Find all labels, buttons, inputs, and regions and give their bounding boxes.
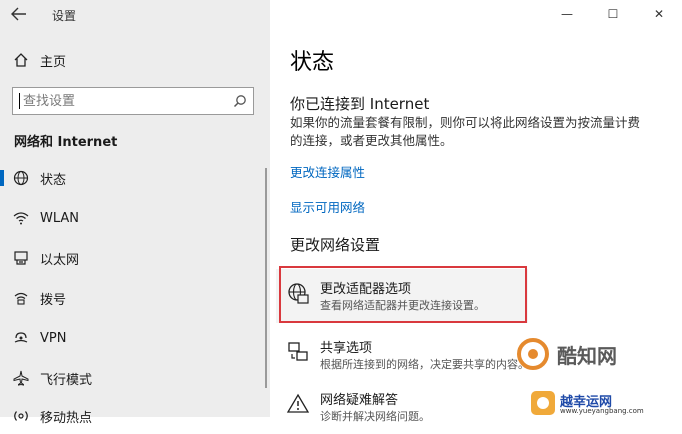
sidebar-item-ethernet[interactable]: 以太网 xyxy=(0,240,270,276)
sidebar-scrollbar[interactable] xyxy=(265,168,267,388)
option-subtitle: 根据所连接到的网络，决定要共享的内容。 xyxy=(320,358,529,371)
active-indicator xyxy=(0,170,4,186)
search-icon[interactable] xyxy=(233,93,247,112)
network-troubleshooter[interactable]: 网络疑难解答 诊断并解决网络问题。 xyxy=(276,380,528,434)
sidebar-item-label: VPN xyxy=(40,330,67,346)
hotspot-icon xyxy=(12,407,30,425)
maximize-button[interactable]: ☐ xyxy=(590,0,636,28)
search-box[interactable] xyxy=(12,87,254,115)
close-button[interactable]: ✕ xyxy=(636,0,682,28)
option-subtitle: 诊断并解决网络问题。 xyxy=(320,410,430,423)
watermark-brand: 酷知网 xyxy=(557,344,617,368)
app-title: 设置 xyxy=(52,9,77,23)
watermark-site: 越幸运网 www.yueyangbang.com xyxy=(530,390,680,417)
sidebar-item-label: 飞行模式 xyxy=(40,372,93,388)
back-button[interactable] xyxy=(10,6,30,24)
sidebar-item-label: 主页 xyxy=(40,54,67,70)
page-title: 状态 xyxy=(290,50,335,75)
watermark-coozhi: 酷知网 xyxy=(515,336,675,376)
warning-icon xyxy=(286,392,310,416)
close-icon: ✕ xyxy=(653,7,665,21)
change-network-settings-heading: 更改网络设置 xyxy=(290,236,381,254)
titlebar-left: 设置 xyxy=(0,0,270,30)
search-input[interactable] xyxy=(23,92,233,110)
minimize-button[interactable]: — xyxy=(544,0,590,28)
sharing-options[interactable]: 共享选项 根据所连接到的网络，决定要共享的内容。 xyxy=(276,328,529,382)
sidebar-item-vpn[interactable]: VPN xyxy=(0,320,270,356)
sidebar-item-label: WLAN xyxy=(40,210,80,226)
watermark-badge-icon xyxy=(531,391,555,415)
sidebar-item-wlan[interactable]: WLAN xyxy=(0,200,270,236)
sharing-icon xyxy=(286,340,310,364)
wifi-icon xyxy=(12,209,30,227)
connected-description: 如果你的流量套餐有限制，则你可以将此网络设置为按流量计费的连接，或者更改其他属性… xyxy=(290,115,641,148)
sidebar-item-label: 拨号 xyxy=(40,292,67,308)
vpn-icon xyxy=(12,329,30,347)
text-caret xyxy=(19,93,20,109)
watermark-logo-icon xyxy=(517,338,549,370)
change-connection-properties-link[interactable]: 更改连接属性 xyxy=(290,162,365,181)
option-title: 网络疑难解答 xyxy=(320,393,399,408)
dialup-icon xyxy=(12,289,30,307)
ethernet-icon xyxy=(12,249,30,267)
sidebar-item-hotspot[interactable]: 移动热点 xyxy=(0,398,270,434)
sidebar-item-label: 移动热点 xyxy=(40,410,93,426)
sidebar-item-label: 状态 xyxy=(40,172,67,188)
window-controls: — ☐ ✕ xyxy=(544,0,682,28)
option-title: 共享选项 xyxy=(320,341,373,356)
sidebar-item-airplane[interactable]: 飞行模式 xyxy=(0,360,270,396)
globe-icon xyxy=(12,169,30,187)
sidebar-item-home[interactable]: 主页 xyxy=(0,42,270,78)
sidebar-item-status[interactable]: 状态 xyxy=(0,160,270,196)
airplane-icon xyxy=(12,369,30,387)
maximize-icon: ☐ xyxy=(607,7,619,21)
section-title: 网络和 Internet xyxy=(14,135,118,150)
watermark-url: www.yueyangbang.com xyxy=(560,407,644,415)
sidebar: 设置 主页 网络和 Internet 状态 WLAN 以太网 xyxy=(0,0,270,426)
minimize-icon: — xyxy=(561,7,573,21)
highlight-annotation-box xyxy=(279,266,527,323)
sidebar-item-dialup[interactable]: 拨号 xyxy=(0,280,270,316)
show-available-networks-link[interactable]: 显示可用网络 xyxy=(290,197,365,216)
home-icon xyxy=(12,51,30,69)
sidebar-item-label: 以太网 xyxy=(40,252,80,268)
back-arrow-icon xyxy=(11,7,26,21)
connected-heading: 你已连接到 Internet xyxy=(290,95,430,113)
